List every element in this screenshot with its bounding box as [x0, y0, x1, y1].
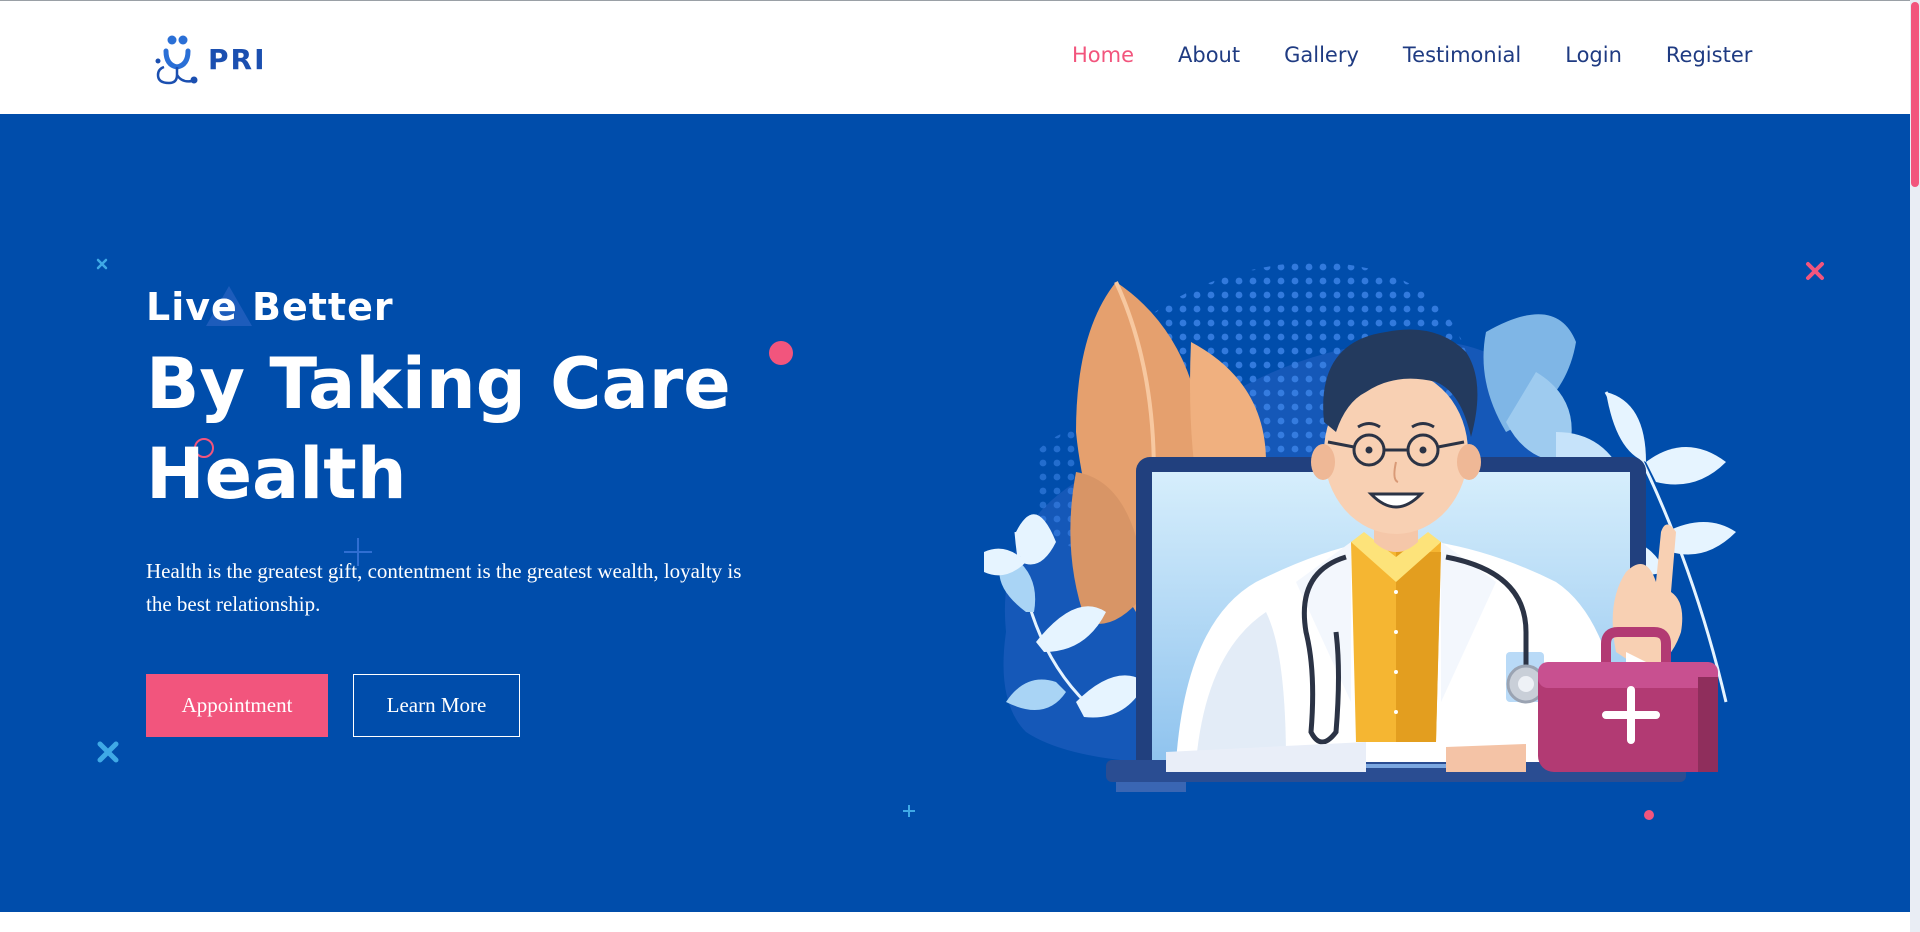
site-header: PRI Home About Gallery Testimonial Login… — [0, 1, 1910, 114]
hero-subtext: Health is the greatest gift, contentment… — [146, 559, 742, 616]
brand-logo[interactable]: PRI — [152, 31, 267, 87]
hero-buttons: Appointment Learn More — [146, 674, 786, 737]
small-plus-decoration — [903, 805, 915, 817]
learn-more-button[interactable]: Learn More — [353, 674, 520, 737]
hero-eyebrow: Live Better — [146, 285, 394, 329]
next-section-edge — [0, 912, 1910, 932]
hero-content: Live Better By Taking Care Health Health… — [146, 283, 786, 737]
nav-item-home[interactable]: Home — [1072, 39, 1134, 71]
small-pink-dot-decoration — [1644, 810, 1654, 820]
hero-headline: By Taking Care Health — [146, 339, 786, 519]
hero-section: Live Better By Taking Care Health Health… — [0, 114, 1910, 912]
hero-headline-line-1: By Taking Care — [146, 343, 731, 425]
main-nav: Home About Gallery Testimonial Login Reg… — [1072, 39, 1752, 71]
appointment-button[interactable]: Appointment — [146, 674, 328, 737]
cross-decoration — [97, 741, 119, 763]
doctor-stethoscope-logo-icon — [155, 35, 198, 85]
nav-item-testimonial[interactable]: Testimonial — [1403, 39, 1521, 71]
doctor-laptop-illustration-icon — [984, 262, 1736, 792]
nav-item-login[interactable]: Login — [1565, 39, 1622, 71]
scrollbar-thumb[interactable] — [1911, 2, 1919, 187]
nav-item-gallery[interactable]: Gallery — [1284, 39, 1359, 71]
small-cross-decoration — [96, 258, 108, 270]
hero-headline-line-2: Health — [146, 433, 407, 515]
brand-name: PRI — [208, 42, 267, 76]
nav-item-register[interactable]: Register — [1666, 39, 1752, 71]
pink-cross-decoration — [1806, 262, 1824, 280]
nav-item-about[interactable]: About — [1178, 39, 1240, 71]
